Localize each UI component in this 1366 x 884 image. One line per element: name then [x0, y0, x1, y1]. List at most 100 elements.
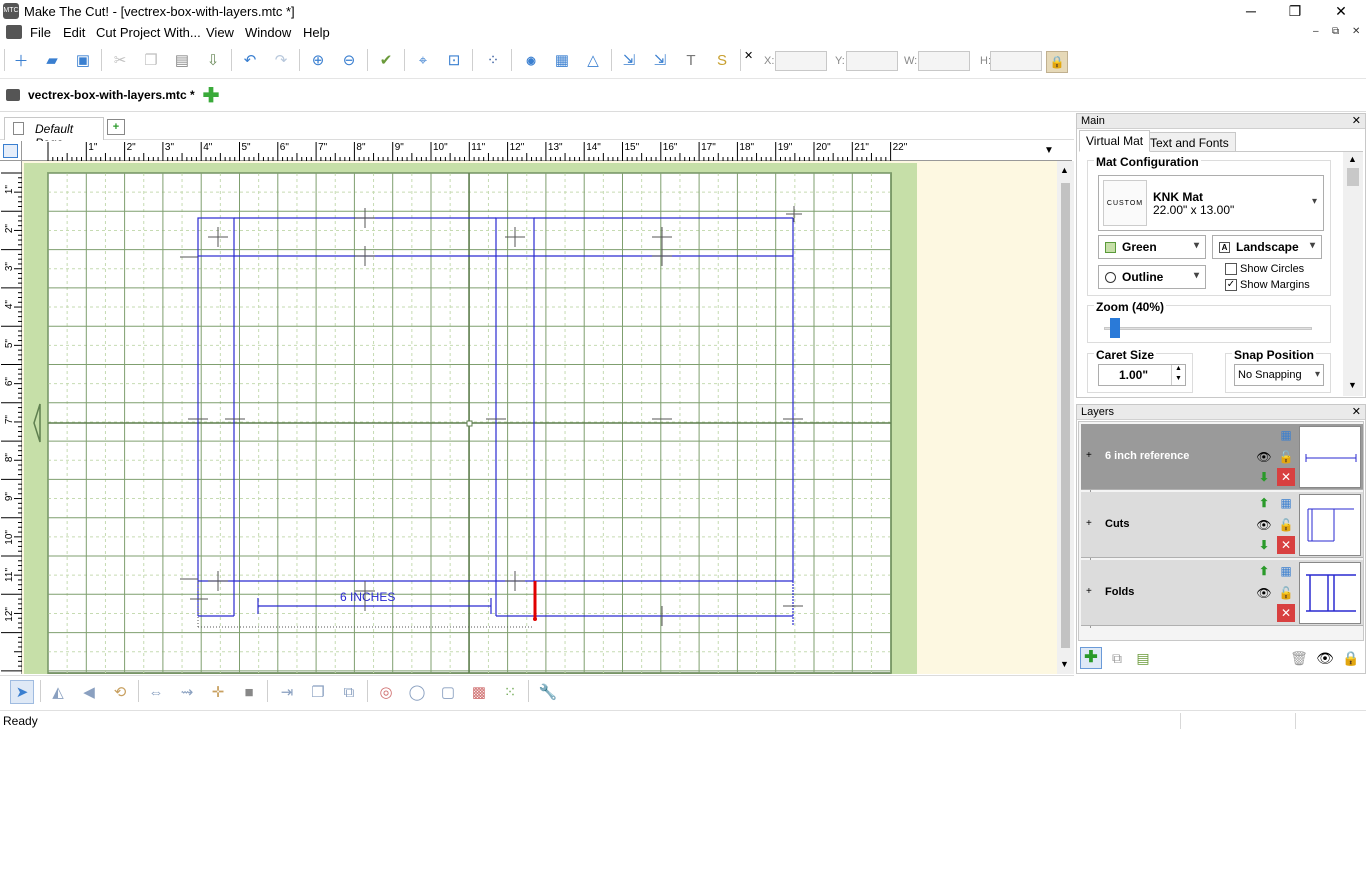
expand-icon[interactable]: +: [1086, 518, 1092, 529]
pattern-fill-icon[interactable]: ▩: [467, 680, 491, 704]
snap-position-select[interactable]: No Snapping ▾: [1234, 364, 1324, 386]
layer-row-cuts[interactable]: + Cuts ⬆ ▦ 👁 🔓 ⬇ ✕: [1081, 492, 1363, 558]
show-circles-checkbox[interactable]: [1225, 263, 1237, 275]
align-icon[interactable]: ⇔: [144, 680, 168, 704]
move-down-icon[interactable]: ⬇: [1255, 536, 1273, 554]
copy-icon[interactable]: ❐: [139, 48, 163, 72]
show-margins-checkbox[interactable]: ✓: [1225, 279, 1237, 291]
scroll-thumb[interactable]: [1061, 183, 1070, 648]
visibility-eye-icon[interactable]: 👁: [1255, 516, 1273, 534]
lock-toggle-icon[interactable]: ✕: [744, 49, 753, 62]
mdi-restore-button[interactable]: ⧉: [1332, 26, 1339, 37]
checklist-icon[interactable]: ✔: [374, 48, 398, 72]
layers-panel-close-icon[interactable]: ✕: [1352, 405, 1361, 420]
flip-horizontal-icon[interactable]: ◭: [46, 680, 70, 704]
wrench-icon[interactable]: 🔧: [536, 680, 560, 704]
menu-file[interactable]: File: [30, 25, 51, 40]
tab-text-and-fonts[interactable]: Text and Fonts: [1143, 132, 1236, 152]
shape-icon[interactable]: ◯: [405, 680, 429, 704]
lock-icon[interactable]: 🔓: [1277, 448, 1295, 466]
duplicate-layer-icon[interactable]: ⧉: [1106, 647, 1128, 669]
script-icon[interactable]: S: [710, 48, 734, 72]
zoom-slider-track[interactable]: [1104, 327, 1312, 330]
w-field[interactable]: [918, 51, 970, 71]
group-icon[interactable]: ❐: [306, 680, 330, 704]
scroll-down-icon[interactable]: ▼: [1060, 659, 1069, 669]
menu-view[interactable]: View: [206, 25, 234, 40]
zoom-slider-thumb[interactable]: [1110, 318, 1121, 338]
move-up-icon[interactable]: ⬆: [1255, 562, 1273, 580]
flip-vertical-icon[interactable]: ◀: [77, 680, 101, 704]
show-all-layers-icon[interactable]: 👁: [1314, 647, 1336, 669]
scroll-up-icon[interactable]: ▲: [1348, 154, 1357, 164]
trace-icon[interactable]: ⇲: [617, 48, 641, 72]
zoom-in-icon[interactable]: ⊕: [306, 48, 330, 72]
orientation-select[interactable]: A Landscape ▾: [1212, 235, 1322, 259]
layer-grid-icon[interactable]: ▦: [1277, 562, 1295, 580]
lock-icon[interactable]: 🔓: [1277, 516, 1295, 534]
delete-layer-icon[interactable]: ✕: [1277, 536, 1295, 554]
increment-icon[interactable]: ▲: [1171, 365, 1185, 375]
zoom-out-icon[interactable]: ⊖: [337, 48, 361, 72]
restore-button[interactable]: ❐: [1272, 0, 1318, 22]
layer-grid-icon[interactable]: ▦: [1277, 426, 1295, 444]
menu-window[interactable]: Window: [245, 25, 291, 40]
delete-layer-icon[interactable]: ✕: [1277, 604, 1295, 622]
weld-icon[interactable]: ⇥: [275, 680, 299, 704]
mat-style-select[interactable]: Outline ▾: [1098, 265, 1206, 289]
decrement-icon[interactable]: ▼: [1171, 375, 1185, 385]
y-field[interactable]: [846, 51, 898, 71]
open-icon[interactable]: ▰: [40, 48, 64, 72]
close-button[interactable]: ✕: [1318, 0, 1364, 22]
layer-row-folds[interactable]: + Folds ⬆ ▦ 👁 🔓 ✕: [1081, 560, 1363, 626]
shapes-icon[interactable]: △: [581, 48, 605, 72]
rhinestone-icon[interactable]: ⁙: [498, 680, 522, 704]
merge-layers-icon[interactable]: ▤: [1132, 647, 1154, 669]
visibility-eye-icon[interactable]: 👁: [1255, 448, 1273, 466]
lock-all-layers-icon[interactable]: 🔒: [1340, 647, 1362, 669]
zoom-fit-icon[interactable]: ⊡: [442, 48, 466, 72]
visibility-eye-icon[interactable]: 👁: [1255, 584, 1273, 602]
distribute-icon[interactable]: ⇝: [175, 680, 199, 704]
save-icon[interactable]: ▣: [71, 48, 95, 72]
add-layer-icon[interactable]: ✚: [1080, 647, 1102, 669]
add-document-icon[interactable]: ✚: [200, 85, 222, 107]
h-field[interactable]: [990, 51, 1042, 71]
layer-grid-icon[interactable]: ▦: [1277, 494, 1295, 512]
paste-icon[interactable]: ▤: [170, 48, 194, 72]
text-icon[interactable]: T: [679, 48, 703, 72]
fill-icon[interactable]: ■: [237, 680, 261, 704]
new-icon[interactable]: ＋: [9, 48, 33, 72]
undo-icon[interactable]: ↶: [238, 48, 262, 72]
menu-help[interactable]: Help: [303, 25, 330, 40]
points-icon[interactable]: ⁘: [481, 48, 505, 72]
trash-icon[interactable]: 🗑: [1288, 647, 1310, 669]
move-up-icon[interactable]: ⬆: [1255, 494, 1273, 512]
ungroup-icon[interactable]: ⧉: [337, 680, 361, 704]
delete-layer-icon[interactable]: ✕: [1277, 468, 1295, 486]
redo-icon[interactable]: ↷: [269, 48, 293, 72]
menu-cut-project-with[interactable]: Cut Project With...: [96, 25, 201, 40]
menu-edit[interactable]: Edit: [63, 25, 85, 40]
scroll-up-icon[interactable]: ▲: [1060, 165, 1069, 175]
center-icon[interactable]: ✛: [206, 680, 230, 704]
move-down-icon[interactable]: ⬇: [1255, 468, 1273, 486]
mdi-close-button[interactable]: ✕: [1352, 26, 1360, 37]
main-panel-scrollbar[interactable]: ▲ ▼: [1343, 152, 1363, 396]
rotate-icon[interactable]: ⟲: [108, 680, 132, 704]
scroll-thumb[interactable]: [1347, 168, 1359, 186]
shadow-icon[interactable]: ▢: [436, 680, 460, 704]
add-page-icon[interactable]: +: [107, 119, 125, 135]
minimize-button[interactable]: ─: [1228, 0, 1274, 22]
art-icon[interactable]: ◉: [519, 48, 543, 72]
select-all-icon[interactable]: ⌖: [411, 48, 435, 72]
mat-select[interactable]: CUSTOM KNK Mat 22.00" x 13.00" ▾: [1098, 175, 1324, 231]
caret-size-stepper[interactable]: 1.00" ▲ ▼: [1098, 364, 1186, 386]
mat-color-select[interactable]: Green ▾: [1098, 235, 1206, 259]
grid-icon[interactable]: ▦: [550, 48, 574, 72]
node-edit-icon[interactable]: ◎: [374, 680, 398, 704]
canvas-vertical-scrollbar[interactable]: ▲ ▼: [1057, 161, 1074, 674]
import-icon[interactable]: ⇩: [201, 48, 225, 72]
expand-icon[interactable]: +: [1086, 586, 1092, 597]
main-panel-close-icon[interactable]: ✕: [1352, 114, 1361, 129]
